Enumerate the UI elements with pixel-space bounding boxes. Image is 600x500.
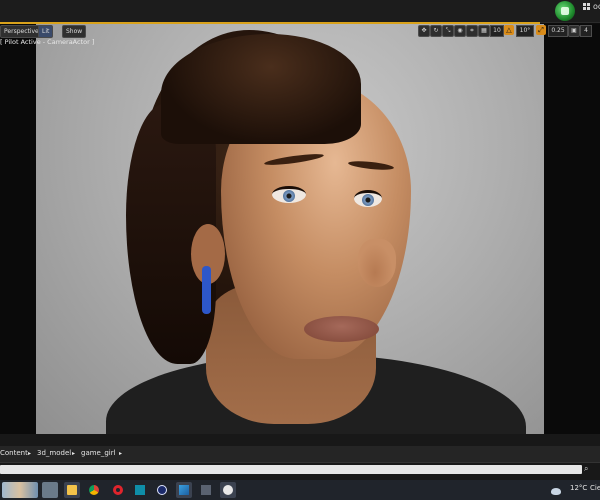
breadcrumb-separator-icon[interactable]: ▸ <box>28 450 31 457</box>
scale-snap-value[interactable]: 0.25 <box>548 25 568 37</box>
search-input[interactable] <box>0 465 582 474</box>
scale-snap-icon[interactable]: ⤢ <box>536 25 546 35</box>
camera-speed-icon[interactable]: ▣ <box>568 25 580 37</box>
select-mode-icon[interactable]: ✥ <box>418 25 430 37</box>
breadcrumb-separator-icon[interactable]: ▸ <box>72 450 75 457</box>
os-taskbar: 12°C Ciel <box>0 480 600 500</box>
surface-snap-icon[interactable]: ⌗ <box>466 25 478 37</box>
search-icon[interactable]: ⌕ <box>584 464 594 474</box>
character-lips <box>304 316 379 342</box>
play-button[interactable] <box>555 1 575 21</box>
weather-description[interactable]: Ciel <box>590 484 600 492</box>
scale-mode-icon[interactable]: ⤡ <box>442 25 454 37</box>
show-label: Show <box>66 28 83 35</box>
content-browser: Content ▸ 3d_model ▸ game_girl ▸ ⌕ <box>0 434 600 480</box>
perspective-button[interactable]: Perspective <box>0 25 43 38</box>
breadcrumb-content[interactable]: Content <box>0 449 28 457</box>
perspective-label: Perspective <box>4 28 39 35</box>
chrome-icon[interactable] <box>86 482 102 498</box>
breadcrumb: Content ▸ 3d_model ▸ game_girl ▸ <box>0 446 600 463</box>
weather-temperature[interactable]: 12°C <box>570 484 587 492</box>
show-button[interactable]: Show <box>62 25 87 38</box>
character-nose <box>358 239 396 287</box>
breadcrumb-game-girl[interactable]: game_girl <box>81 449 116 457</box>
right-eye <box>354 190 382 207</box>
opera-icon[interactable] <box>110 482 126 498</box>
cinema4d-icon[interactable] <box>154 482 170 498</box>
camera-speed-value[interactable]: 4 <box>580 25 592 37</box>
rotate-mode-icon[interactable]: ↻ <box>430 25 442 37</box>
weather-icon[interactable] <box>548 482 566 498</box>
grid-snap-icon[interactable]: ▦ <box>478 25 490 37</box>
rotation-snap-value[interactable]: 10° <box>516 25 534 37</box>
grid-menu-icon[interactable] <box>583 3 592 12</box>
task-view-thumbnail[interactable] <box>2 482 38 498</box>
breadcrumb-separator-icon[interactable]: ▸ <box>119 450 122 457</box>
photos-icon[interactable] <box>176 482 192 498</box>
desktop-thumbnail[interactable] <box>42 482 58 498</box>
breadcrumb-3d-model[interactable]: 3d_model <box>37 449 71 457</box>
calculator-icon[interactable] <box>198 482 214 498</box>
editor-toolbar: oo <box>0 0 600 23</box>
level-viewport[interactable]: Perspective Lit Show [ Pilot Active - Ca… <box>0 24 600 434</box>
character-earpiece <box>202 266 211 314</box>
character-hair-front <box>161 34 361 144</box>
lit-button[interactable]: Lit <box>38 25 54 38</box>
file-explorer-icon[interactable] <box>64 482 80 498</box>
rotation-snap-icon[interactable]: △ <box>504 25 514 35</box>
maya-icon[interactable] <box>132 482 148 498</box>
grid-snap-value[interactable]: 10 <box>490 25 504 37</box>
unreal-engine-icon[interactable] <box>220 482 236 498</box>
lit-label: Lit <box>42 28 50 35</box>
pilot-status: [ Pilot Active - CameraActor ] <box>0 38 95 46</box>
left-eye <box>272 186 306 203</box>
scene-render[interactable] <box>36 24 544 434</box>
toolbar-clipped-label: oo <box>593 2 600 11</box>
world-space-icon[interactable]: ◉ <box>454 25 466 37</box>
